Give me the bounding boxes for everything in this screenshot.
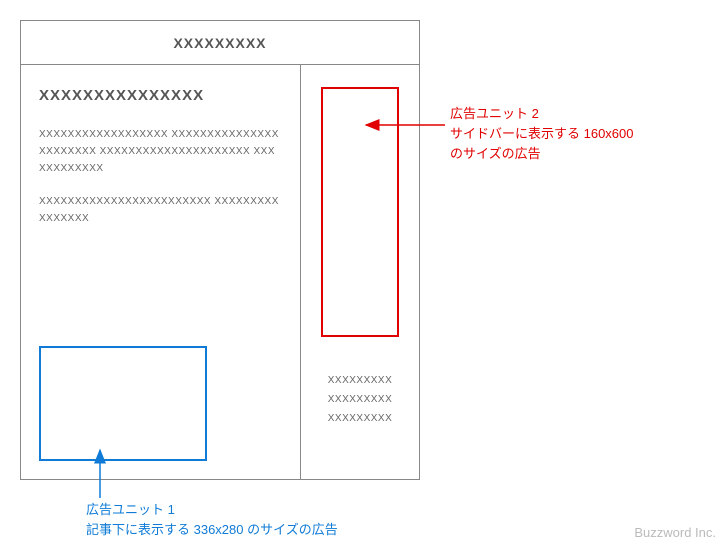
- annotation-line: 記事下に表示する 336x280 のサイズの広告: [86, 522, 338, 537]
- annotation-ad-unit-2: 広告ユニット 2 サイドバーに表示する 160x600 のサイズの広告: [450, 104, 634, 164]
- arrow-ad-unit-1: [0, 0, 728, 548]
- annotation-title: 広告ユニット 2: [450, 104, 634, 124]
- annotation-line: のサイズの広告: [450, 144, 634, 164]
- brand-watermark: Buzzword Inc.: [634, 525, 716, 540]
- annotation-ad-unit-1: 広告ユニット 1 記事下に表示する 336x280 のサイズの広告: [86, 500, 338, 540]
- annotation-title: 広告ユニット 1: [86, 502, 175, 517]
- annotation-line: サイドバーに表示する 160x600: [450, 124, 634, 144]
